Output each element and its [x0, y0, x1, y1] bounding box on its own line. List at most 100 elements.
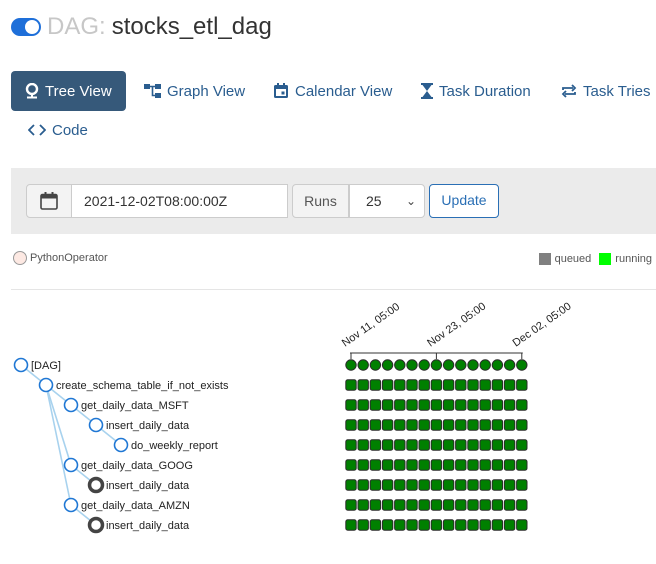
dag-run-status — [442, 359, 455, 371]
task-instance-status — [345, 439, 357, 451]
task-instance-status — [369, 379, 382, 391]
task-instance-status — [357, 479, 369, 491]
task-instance-status — [516, 399, 528, 411]
task-instance-status — [418, 499, 430, 511]
task-instance-status — [516, 379, 528, 391]
task-instance-status — [467, 439, 479, 451]
dag-run-status — [455, 359, 467, 371]
task-label: insert_daily_data — [106, 480, 190, 492]
task-instance-status — [406, 439, 418, 451]
dag-run-status — [503, 359, 516, 371]
task-instance-status — [369, 499, 382, 511]
dag-run-status — [418, 359, 430, 371]
task-instance-status — [479, 459, 491, 471]
dag-run-status — [516, 359, 528, 371]
task-node — [63, 457, 79, 473]
task-instance-status — [503, 379, 516, 391]
run-date-label: Nov 11, 05:00 — [340, 301, 402, 350]
task-instance-status — [381, 519, 394, 531]
task-instance-status — [345, 479, 357, 491]
task-instance-status — [455, 519, 467, 531]
task-instance-status — [467, 519, 479, 531]
task-instance-status — [467, 459, 479, 471]
task-instance-status — [345, 499, 357, 511]
task-instance-status — [381, 459, 394, 471]
task-instance-status — [418, 439, 430, 451]
dag-root-node — [13, 357, 29, 373]
task-instance-status — [467, 379, 479, 391]
task-label: insert_daily_data — [106, 420, 190, 432]
task-instance-status — [406, 499, 418, 511]
dag-run-status — [357, 359, 369, 371]
task-instance-status — [430, 399, 443, 411]
task-instance-status — [394, 439, 406, 451]
task-instance-status — [442, 399, 455, 411]
run-date-label: Nov 23, 05:00 — [425, 300, 488, 349]
dag-run-status — [467, 359, 479, 371]
task-instance-status — [406, 379, 418, 391]
task-instance-status — [394, 399, 406, 411]
task-instance-status — [442, 519, 455, 531]
task-node — [38, 377, 54, 393]
task-instance-status — [467, 479, 479, 491]
task-instance-status — [442, 419, 455, 431]
task-instance-status — [442, 439, 455, 451]
task-node — [63, 497, 79, 513]
task-instance-status — [516, 459, 528, 471]
dag-run-status — [430, 359, 443, 371]
task-instance-status — [442, 479, 455, 491]
task-instance-status — [394, 499, 406, 511]
task-instance-status — [357, 459, 369, 471]
task-instance-status — [430, 379, 443, 391]
task-instance-status — [430, 439, 443, 451]
task-instance-status — [418, 479, 430, 491]
task-instance-status — [345, 459, 357, 471]
task-instance-status — [491, 399, 504, 411]
task-instance-status — [479, 479, 491, 491]
task-instance-status — [455, 379, 467, 391]
task-instance-status — [381, 499, 394, 511]
task-instance-status — [516, 479, 528, 491]
task-instance-status — [430, 419, 443, 431]
task-instance-status — [369, 439, 382, 451]
task-instance-status — [357, 399, 369, 411]
task-instance-status — [418, 379, 430, 391]
task-instance-status — [516, 499, 528, 511]
task-instance-status — [406, 519, 418, 531]
task-instance-status — [442, 499, 455, 511]
task-instance-status — [381, 379, 394, 391]
task-instance-status — [418, 459, 430, 471]
task-instance-status — [455, 419, 467, 431]
task-instance-status — [345, 379, 357, 391]
task-instance-status — [418, 419, 430, 431]
task-label: create_schema_table_if_not_exists — [56, 380, 229, 392]
task-instance-status — [418, 519, 430, 531]
task-instance-status — [369, 399, 382, 411]
task-label: insert_daily_data — [106, 520, 190, 532]
task-instance-status — [345, 419, 357, 431]
task-instance-status — [345, 399, 357, 411]
dag-run-status — [369, 359, 382, 371]
task-instance-status — [369, 479, 382, 491]
run-date-label: Dec 02, 05:00 — [511, 300, 574, 349]
task-instance-status — [406, 419, 418, 431]
task-node — [113, 437, 129, 453]
task-instance-status — [491, 519, 504, 531]
task-instance-status — [369, 419, 382, 431]
task-instance-status — [479, 379, 491, 391]
task-instance-status — [406, 459, 418, 471]
tree-link — [45, 384, 72, 466]
task-instance-status — [479, 439, 491, 451]
task-instance-status — [516, 439, 528, 451]
task-instance-status — [455, 459, 467, 471]
task-instance-status — [455, 399, 467, 411]
task-instance-status — [455, 439, 467, 451]
task-instance-status — [357, 379, 369, 391]
task-instance-status — [394, 459, 406, 471]
task-instance-status — [455, 499, 467, 511]
task-instance-status — [357, 419, 369, 431]
task-instance-status — [491, 379, 504, 391]
task-instance-status — [442, 379, 455, 391]
task-instance-status — [430, 499, 443, 511]
dag-root-label: [DAG] — [31, 360, 61, 372]
